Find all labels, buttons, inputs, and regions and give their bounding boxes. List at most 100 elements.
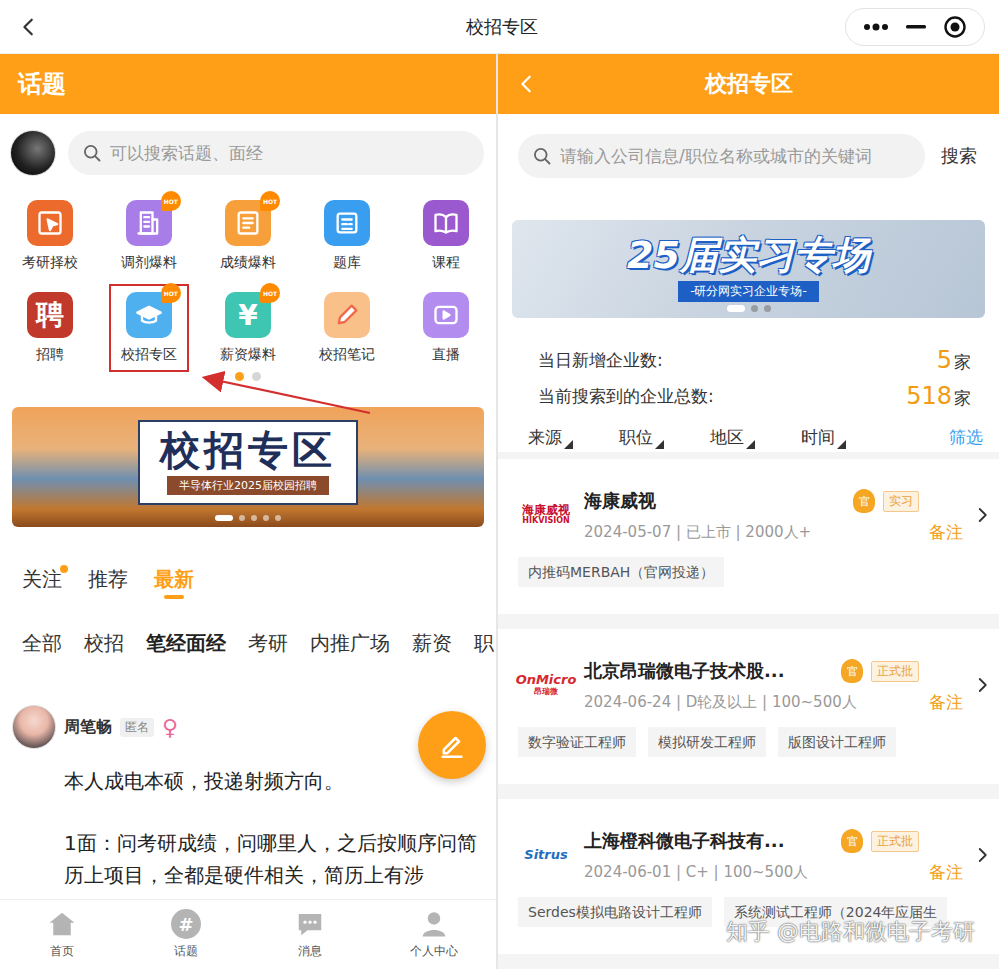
company-logo: OnMicro昂瑞微 — [518, 673, 574, 696]
banner[interactable]: 25届实习专场-研分网实习企业专场- — [512, 220, 985, 318]
chevron-right-icon[interactable] — [973, 846, 991, 864]
search-field[interactable]: 请输入公司信息/职位名称或城市的关键词 — [518, 134, 925, 178]
page-dot[interactable] — [275, 515, 281, 521]
feature-item[interactable]: HOT 校招专区 — [109, 284, 189, 372]
close-icon[interactable] — [943, 15, 967, 39]
nav-item[interactable]: 个人中心 — [372, 900, 496, 969]
search-row: 可以搜索话题、面经 — [0, 114, 496, 176]
stat-row: 当日新增企业数:5家 — [538, 342, 971, 378]
note-button[interactable]: 备注 — [929, 861, 963, 883]
back-icon[interactable] — [18, 16, 40, 38]
company-summary: Sitrus上海橙科微电子科技有...官正式批2024-06-01 | C+ |… — [518, 827, 989, 883]
feature-label: 校招专区 — [121, 346, 177, 364]
feature-item[interactable]: 校招笔记 — [307, 284, 387, 372]
pen-icon — [333, 301, 361, 329]
category-tab[interactable]: 薪资 — [412, 629, 452, 657]
bottom-nav: 首页#话题消息个人中心 — [0, 899, 496, 969]
feature-item[interactable]: 直播 — [411, 284, 481, 372]
feature-item[interactable]: 聘招聘 — [15, 284, 85, 372]
page-dot[interactable] — [252, 372, 261, 381]
company-name: 海康威视 — [584, 489, 845, 513]
feature-item[interactable]: 考研择校 — [10, 192, 90, 280]
post-text: 1面：问考研成绩，问哪里人，之后按顺序问简历上项目，全都是硬件相关，简历上有涉 — [64, 827, 484, 891]
page-dot[interactable] — [263, 515, 269, 521]
nav-item[interactable]: 首页 — [0, 900, 124, 969]
hot-badge: HOT — [161, 283, 181, 303]
category-tab[interactable]: 校招 — [84, 629, 124, 657]
page-dot[interactable] — [215, 515, 233, 521]
nav-label: 个人中心 — [410, 943, 458, 960]
company-name: 上海橙科微电子科技有... — [584, 829, 833, 853]
company-meta: 2024-05-07 | 已上市 | 2000人+ — [584, 521, 919, 543]
page-dot[interactable] — [239, 515, 245, 521]
job-tag[interactable]: 数字验证工程师 — [518, 727, 636, 757]
page-dot[interactable] — [235, 372, 244, 381]
banner[interactable]: 校招专区半导体行业2025届校园招聘 — [12, 407, 484, 527]
job-tag[interactable]: 内推码MERBAH（官网投递） — [518, 557, 724, 587]
search-button[interactable]: 搜索 — [937, 144, 981, 168]
job-tags: Serdes模拟电路设计工程师系统测试工程师（2024年应届生 — [518, 897, 989, 927]
feature-tile — [324, 200, 370, 246]
filter[interactable]: 筛选 — [949, 426, 983, 449]
topic-content: 可以搜索话题、面经考研择校HOT调剂爆料HOT成绩爆料题库课程聘招聘 HOT 校招专… — [0, 114, 496, 899]
job-tags: 内推码MERBAH（官网投递） — [518, 557, 989, 587]
chevron-right-icon[interactable] — [973, 676, 991, 694]
category-tab[interactable]: 内推广场 — [310, 629, 390, 657]
minimize-icon[interactable] — [906, 25, 926, 29]
feed-tab[interactable]: 推荐 — [88, 565, 128, 599]
official-medal-icon: 官 — [853, 489, 875, 513]
user-avatar[interactable] — [12, 705, 56, 749]
category-tab[interactable]: 笔经面经 — [146, 629, 226, 657]
filter[interactable]: 职位 — [619, 426, 664, 449]
graduation-cap-icon — [135, 301, 163, 329]
category-tab[interactable]: 考研 — [248, 629, 288, 657]
back-icon[interactable] — [516, 73, 538, 95]
feature-item[interactable]: ¥HOT薪资爆料 — [208, 284, 288, 372]
pencil-icon — [438, 731, 466, 759]
job-tag[interactable]: 系统测试工程师（2024年应届生 — [724, 897, 948, 927]
feature-item[interactable]: 题库 — [312, 192, 382, 280]
feature-tile — [423, 292, 469, 338]
compose-button[interactable] — [418, 711, 486, 779]
feature-label: 校招笔记 — [319, 346, 375, 364]
feature-item[interactable]: HOT成绩爆料 — [208, 192, 288, 280]
filter[interactable]: 时间 — [801, 426, 846, 449]
logo-text: Sitrus — [524, 848, 567, 862]
job-tag[interactable]: Serdes模拟电路设计工程师 — [518, 897, 712, 927]
company-summary: OnMicro昂瑞微北京昂瑞微电子技术股...官正式批2024-06-24 | … — [518, 657, 989, 713]
category-tab[interactable]: 全部 — [22, 629, 62, 657]
note-button[interactable]: 备注 — [929, 691, 963, 713]
caret-icon — [564, 440, 573, 449]
company-info: 北京昂瑞微电子技术股...官正式批2024-06-24 | D轮及以上 | 10… — [584, 657, 919, 713]
nav-item[interactable]: 消息 — [248, 900, 372, 969]
category-tab[interactable]: 职 — [474, 629, 494, 657]
search-icon — [82, 143, 102, 163]
page-dot[interactable] — [751, 305, 758, 312]
page-title: 校招专区 — [466, 15, 538, 39]
nav-item[interactable]: #话题 — [124, 900, 248, 969]
caret-icon — [837, 440, 846, 449]
divider — [498, 452, 999, 459]
feature-item[interactable]: 课程 — [411, 192, 481, 280]
search-field[interactable]: 可以搜索话题、面经 — [68, 131, 484, 175]
feed-tab[interactable]: 关注 — [22, 565, 62, 599]
company-card[interactable]: 海康威视HIKVISION海康威视官实习2024-05-07 | 已上市 | 2… — [498, 459, 999, 629]
panel-header: 校招专区 — [498, 54, 999, 114]
more-icon[interactable] — [863, 23, 889, 31]
feed-tab[interactable]: 最新 — [154, 565, 194, 599]
feature-item[interactable]: HOT调剂爆料 — [109, 192, 189, 280]
anonymous-tag: 匿名 — [120, 718, 154, 737]
company-card[interactable]: OnMicro昂瑞微北京昂瑞微电子技术股...官正式批2024-06-24 | … — [498, 629, 999, 799]
user-avatar[interactable] — [10, 130, 56, 176]
filter[interactable]: 来源 — [528, 426, 573, 449]
company-card[interactable]: Sitrus上海橙科微电子科技有...官正式批2024-06-01 | C+ |… — [498, 799, 999, 969]
job-tag[interactable]: 版图设计工程师 — [778, 727, 896, 757]
page-dot[interactable] — [251, 515, 257, 521]
page-dot[interactable] — [727, 305, 745, 312]
filter[interactable]: 地区 — [710, 426, 755, 449]
banner-subtitle: 半导体行业2025届校园招聘 — [167, 476, 329, 495]
job-tag[interactable]: 模拟研发工程师 — [648, 727, 766, 757]
page-dot[interactable] — [764, 305, 771, 312]
note-button[interactable]: 备注 — [929, 521, 963, 543]
chevron-right-icon[interactable] — [973, 506, 991, 524]
